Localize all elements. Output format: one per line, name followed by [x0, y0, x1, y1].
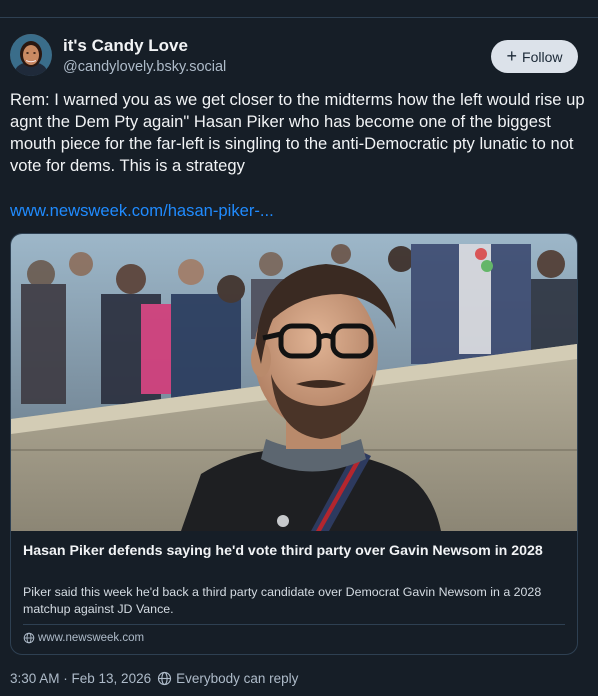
user-avatar[interactable] — [10, 34, 52, 76]
author-display-name[interactable]: it's Candy Love — [63, 36, 188, 56]
link-card-divider — [23, 624, 565, 625]
follow-button-label: Follow — [522, 48, 563, 65]
link-card-description: Piker said this week he'd back a third p… — [23, 585, 542, 616]
avatar-image — [10, 34, 52, 76]
post-timestamp[interactable]: 3:30 AM · Feb 13, 2026 — [10, 671, 151, 686]
author-handle[interactable]: @candylovely.bsky.social — [63, 59, 226, 75]
globe-icon — [23, 632, 35, 644]
globe-icon — [157, 671, 172, 686]
post-text: Rem: I warned you as we get closer to th… — [10, 90, 585, 175]
link-card-title: Hasan Piker defends saying he'd vote thi… — [23, 543, 543, 559]
reply-setting-label: Everybody can reply — [176, 671, 299, 686]
post-link[interactable]: www.newsweek.com/hasan-piker-... — [10, 201, 274, 221]
post-footer: 3:30 AM · Feb 13, 2026 Everybody can rep… — [10, 671, 298, 686]
link-preview-card[interactable]: Hasan Piker defends saying he'd vote thi… — [10, 233, 578, 655]
top-divider — [0, 17, 598, 18]
follow-button[interactable]: + Follow — [491, 40, 578, 73]
link-card-domain: www.newsweek.com — [23, 632, 144, 644]
reply-setting[interactable]: Everybody can reply — [157, 671, 298, 686]
link-card-domain-text: www.newsweek.com — [38, 632, 145, 644]
plus-icon: + — [506, 45, 518, 66]
link-card-image — [11, 234, 577, 531]
